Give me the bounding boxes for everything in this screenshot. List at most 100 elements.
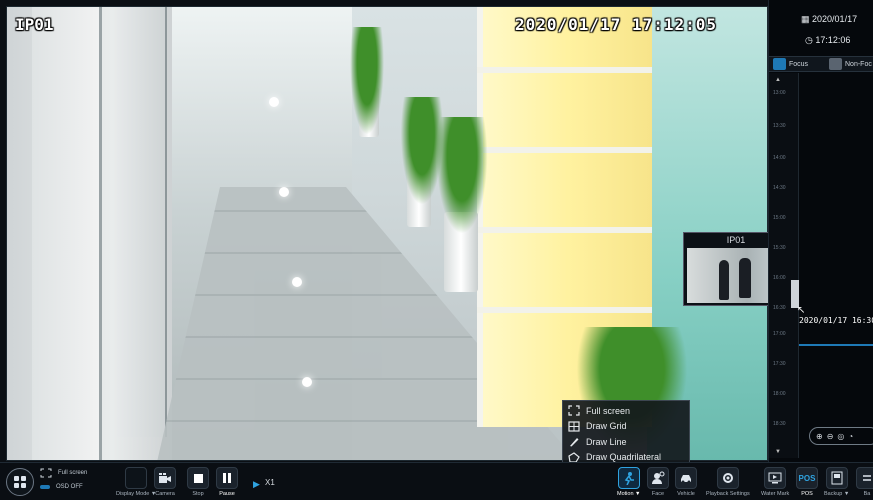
back-label: Ba [863, 491, 871, 497]
full-screen-label: Full screen [58, 470, 88, 476]
full-screen-toggle[interactable]: Full screen [40, 468, 87, 478]
scene-light-reflection [269, 97, 279, 107]
tab-focus[interactable]: Focus [773, 58, 808, 70]
timeline-tick: 16:00 [773, 275, 786, 281]
menu-item-label: Draw Quadrilateral [586, 452, 662, 463]
scene-plant [432, 117, 492, 247]
mouse-cursor-icon: ↖ [797, 305, 806, 316]
right-panel: ▦ 2020/01/17 ◷ 17:12:06 Focus Non-Foc 13… [768, 0, 873, 462]
pos-label: POS [801, 491, 813, 497]
timeline-tick: 13:30 [773, 123, 786, 129]
playback-toolbar: Full screen OSD OFF Display Mode ▼ Camer… [0, 462, 873, 500]
timeline-tick: 18:30 [773, 421, 786, 427]
tab-non-focus[interactable]: Non-Foc [829, 58, 872, 70]
zoom-fit-icon[interactable]: ◔ [848, 432, 853, 441]
motion-search-button[interactable]: Motion ▼ [617, 467, 641, 497]
panel-date: ▦ 2020/01/17 [801, 14, 857, 25]
osd-channel-name: IP01 [15, 15, 54, 34]
playback-settings-button[interactable]: Playback Settings [706, 467, 750, 497]
timeline-tick: 16:30 [773, 305, 786, 311]
play-speed-value: X1 [265, 478, 275, 487]
scene-light-reflection [292, 277, 302, 287]
zoom-in-icon[interactable]: ⊕ [816, 432, 823, 441]
zoom-reset-icon[interactable]: ◎ [837, 432, 844, 441]
timeline-marker-line [799, 344, 873, 346]
face-search-button[interactable]: Face [647, 467, 669, 497]
clock-icon: ◷ [805, 35, 813, 45]
timeline-scroll-down-icon[interactable]: ▼ [775, 449, 781, 455]
shelf-divider [477, 67, 652, 73]
grid-icon [567, 420, 581, 432]
timeline-tick: 17:30 [773, 361, 786, 367]
back-button[interactable]: Ba [856, 467, 873, 497]
face-label: Face [651, 491, 665, 497]
camera-button[interactable]: Camera [154, 467, 176, 497]
water-mark-label: Water Mark [761, 491, 790, 497]
timeline-cursor-time: 2020/01/17 16:30: [799, 316, 873, 325]
timeline-position-handle[interactable] [791, 280, 799, 308]
tab-label: Focus [789, 60, 809, 68]
display-mode-button[interactable]: Display Mode ▼ [116, 467, 156, 497]
playback-settings-label: Playback Settings [706, 491, 750, 497]
scene-door [32, 7, 102, 460]
playback-window: IP01 2020/01/17 17:12:05 IP01 Full scree… [0, 0, 873, 500]
timeline-tick: 13:00 [773, 90, 786, 96]
menu-item-draw-grid[interactable]: Draw Grid [563, 419, 689, 435]
osd-toggle-label: OSD OFF [56, 484, 83, 490]
vehicle-search-button[interactable]: Vehicle [675, 467, 697, 497]
pause-label: Pause [219, 491, 235, 497]
calendar-icon: ▦ [801, 14, 810, 24]
home-button[interactable] [6, 468, 34, 496]
layout-icon [14, 476, 26, 488]
zoom-out-icon[interactable]: ⊖ [827, 432, 834, 441]
timeline-tick: 18:00 [773, 391, 786, 397]
fullscreen-icon [40, 468, 52, 478]
toggle-switch-icon [40, 485, 50, 489]
water-mark-button[interactable]: Water Mark [761, 467, 789, 497]
timeline-tick: 14:00 [773, 155, 786, 161]
fullscreen-icon [567, 405, 581, 417]
osd-timestamp: 2020/01/17 17:12:05 [515, 15, 718, 34]
video-playback-area[interactable]: IP01 2020/01/17 17:12:05 [6, 6, 768, 461]
shelf-divider [477, 147, 652, 153]
timeline-scroll-up-icon[interactable]: ▲ [775, 77, 781, 83]
face-icon [647, 467, 669, 489]
gear-icon [716, 467, 739, 489]
scene-plant [347, 27, 387, 147]
scene-door-frame [117, 7, 167, 437]
menu-item-draw-line[interactable]: Draw Line [563, 434, 689, 450]
backup-icon [825, 467, 848, 489]
preview-person [719, 260, 729, 300]
panel-time-text: 17:12:06 [815, 35, 851, 45]
event-tabs: Focus Non-Foc [769, 56, 873, 72]
pos-button[interactable]: POS POS [796, 467, 818, 497]
stop-label: Stop [192, 491, 204, 497]
pause-button[interactable]: Pause [216, 467, 238, 497]
osd-toggle[interactable]: OSD OFF [40, 484, 83, 490]
timeline-tick: 15:30 [773, 245, 786, 251]
menu-item-label: Draw Line [586, 436, 627, 447]
shelf-divider [477, 227, 652, 233]
stop-button[interactable]: Stop [187, 467, 209, 497]
motion-icon [617, 467, 640, 489]
play-speed-icon[interactable]: ▶ [253, 479, 260, 490]
vehicle-icon [675, 467, 697, 489]
camera-icon [154, 467, 176, 489]
timeline-scale[interactable]: 13:00 13:30 14:00 14:30 15:00 15:30 16:0… [769, 73, 799, 458]
timeline-zoom-controls: ⊕ ⊖ ◎ ◔ [809, 427, 873, 445]
scene-light-reflection [279, 187, 289, 197]
shelf-divider [477, 307, 652, 313]
pencil-icon [567, 436, 581, 448]
backup-button[interactable]: Backup ▼ [824, 467, 849, 497]
menu-item-full-screen[interactable]: Full screen [563, 403, 689, 419]
menu-item-label: Draw Grid [586, 421, 627, 432]
watermark-icon [764, 467, 787, 489]
motion-label: Motion ▼ [617, 491, 641, 497]
timeline-tick: 15:00 [773, 215, 786, 221]
scene-light-reflection [302, 377, 312, 387]
timeline-tick: 14:30 [773, 185, 786, 191]
back-icon [856, 467, 873, 489]
vehicle-label: Vehicle [677, 491, 695, 497]
display-mode-icon [125, 467, 148, 489]
context-menu: Full screen Draw Grid Draw Line Draw Qua… [562, 400, 690, 466]
